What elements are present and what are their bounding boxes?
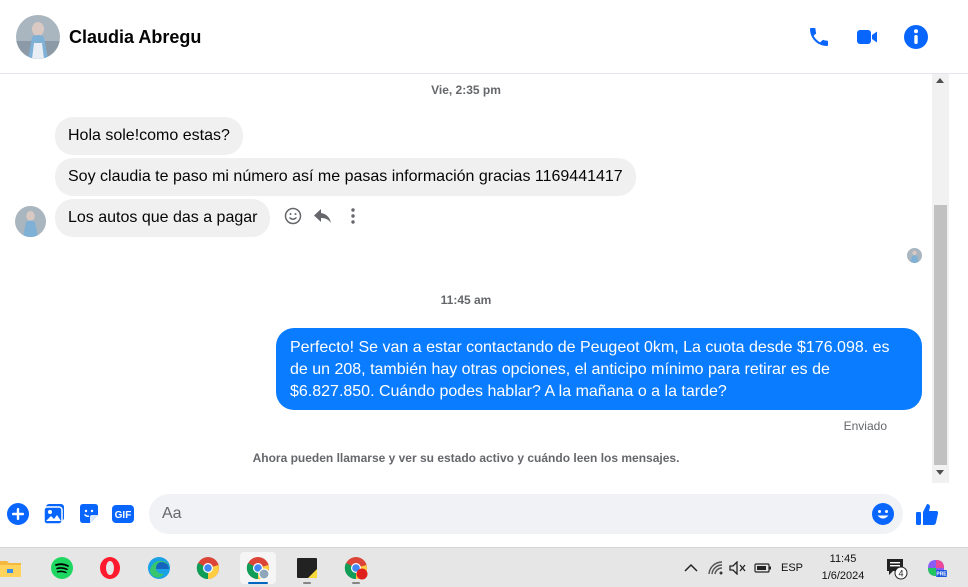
phone-icon[interactable]	[805, 23, 833, 51]
conversation-header: Claudia Abregu	[0, 0, 968, 74]
scroll-up-arrow-icon[interactable]	[936, 78, 944, 83]
svg-text:GIF: GIF	[115, 510, 132, 521]
clock-date: 1/6/2024	[821, 570, 865, 582]
edge-icon[interactable]	[141, 552, 177, 584]
chrome-profile-icon[interactable]	[240, 552, 276, 584]
emoji-icon[interactable]	[871, 502, 895, 526]
timestamp: Vie, 2:35 pm	[431, 83, 501, 97]
notification-count: 4	[898, 569, 903, 579]
contact-name[interactable]: Claudia Abregu	[69, 27, 201, 48]
message-input[interactable]	[162, 494, 862, 534]
sticky-notes-icon[interactable]	[289, 552, 325, 584]
copilot-icon[interactable]: PRE	[922, 548, 950, 587]
incoming-message[interactable]: Los autos que das a pagar	[55, 199, 271, 237]
opera-icon[interactable]	[92, 552, 128, 584]
video-camera-icon[interactable]	[853, 23, 881, 51]
svg-text:PRE: PRE	[936, 572, 947, 578]
show-hidden-icons-chevron-icon[interactable]	[681, 548, 701, 587]
clock-time: 11:45	[829, 553, 857, 565]
message-thread[interactable]: Vie, 2:35 pm Hola sole!como estas? Soy c…	[0, 74, 932, 484]
scrollbar[interactable]	[932, 74, 949, 483]
windows-taskbar: ESP 11:45 1/6/2024 4 PRE	[0, 547, 968, 587]
outgoing-message[interactable]: Perfecto! Se van a estar contactando de …	[276, 328, 922, 410]
sender-avatar[interactable]	[15, 206, 46, 237]
add-icon[interactable]	[6, 502, 30, 526]
more-options-icon[interactable]	[343, 206, 363, 226]
chrome-profile-2-icon[interactable]	[338, 552, 374, 584]
photo-icon[interactable]	[42, 502, 66, 526]
system-clock[interactable]: 11:45 1/6/2024	[812, 551, 874, 585]
message-actions	[283, 206, 363, 226]
volume-muted-icon[interactable]	[728, 548, 748, 587]
scrollbar-thumb[interactable]	[934, 205, 947, 465]
info-icon[interactable]	[902, 23, 930, 51]
scroll-down-arrow-icon[interactable]	[936, 470, 944, 475]
message-status: Enviado	[843, 419, 887, 433]
seen-indicator-avatar	[907, 248, 922, 263]
incoming-message[interactable]: Hola sole!como estas?	[55, 117, 243, 155]
emoji-reaction-icon[interactable]	[283, 206, 303, 226]
spotify-icon[interactable]	[44, 552, 80, 584]
like-thumbs-up-icon[interactable]	[913, 500, 941, 528]
timestamp: 11:45 am	[440, 293, 492, 307]
sticker-icon[interactable]	[77, 502, 101, 526]
reply-icon[interactable]	[313, 206, 333, 226]
language-indicator[interactable]: ESP	[778, 548, 806, 587]
incoming-message[interactable]: Soy claudia te paso mi número así me pas…	[55, 158, 636, 196]
chrome-icon[interactable]	[190, 552, 226, 584]
system-notice: Ahora pueden llamarse y ver su estado ac…	[252, 451, 680, 465]
notifications-icon[interactable]: 4	[882, 548, 910, 587]
message-composer: GIF	[0, 484, 968, 544]
message-input-container[interactable]	[149, 494, 903, 534]
contact-avatar[interactable]	[16, 15, 60, 59]
wifi-icon[interactable]	[706, 548, 726, 587]
battery-icon[interactable]	[752, 548, 774, 587]
gif-icon[interactable]: GIF	[111, 502, 135, 526]
file-explorer-icon[interactable]	[0, 552, 28, 584]
